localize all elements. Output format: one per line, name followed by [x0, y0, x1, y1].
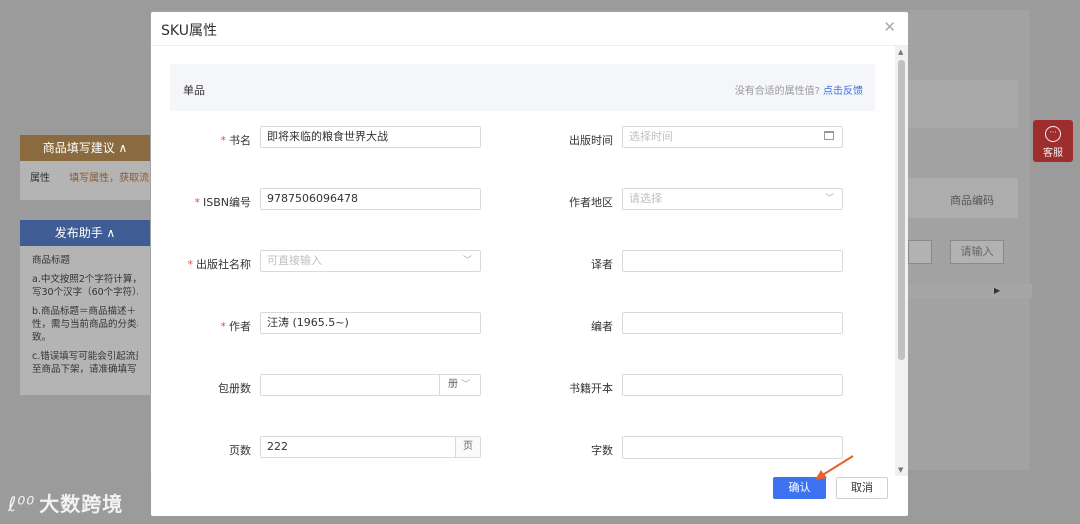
- publish-assistant-title: 发布助手 ∧: [20, 220, 150, 246]
- suggestion-panel: 商品填写建议 ∧ 属性 填写属性，获取流: [20, 135, 150, 200]
- logo-text: 大数跨境: [39, 492, 124, 516]
- scroll-right-arrow-icon: ▶: [994, 286, 1001, 295]
- format-label: 书籍开本: [569, 382, 613, 395]
- translator-label: 译者: [591, 258, 613, 271]
- publish-time-placeholder: 选择时间: [629, 130, 673, 143]
- chevron-down-icon: ﹀: [462, 256, 472, 266]
- product-code-input: 请输入: [950, 240, 1004, 264]
- customer-service-label: 客服: [1043, 148, 1063, 159]
- publish-assistant-panel: 发布助手 ∧ 商品标题 a.中文按照2个字符计算， 写30个汉字（60个字符）。…: [20, 220, 150, 395]
- isbn-input[interactable]: 9787506096478: [260, 188, 481, 210]
- assistant-line: c.错误填写可能会引起流量: [32, 351, 138, 362]
- scrollbar-thumb[interactable]: [898, 60, 905, 360]
- section-header: 单品 没有合适的属性值? 点击反馈: [170, 64, 875, 111]
- background-stripe: [908, 80, 1018, 128]
- isbn-label-text: ISBN编号: [202, 196, 251, 209]
- pages-value: 222: [267, 440, 288, 453]
- publisher-label: * 出版社名称: [151, 256, 252, 272]
- assistant-line: b.商品标题＝商品描述＋: [32, 306, 137, 317]
- author-label: * 作者: [151, 318, 252, 334]
- publisher-placeholder: 可直接输入: [267, 254, 322, 267]
- author-region-label: 作者地区: [569, 196, 613, 209]
- volumes-unit-select[interactable]: 册 ﹀: [439, 375, 480, 395]
- required-mark: *: [220, 320, 227, 333]
- assistant-line: 写30个汉字（60个字符）。: [32, 287, 138, 298]
- sku-attributes-modal: SKU属性 ✕ ▲ ▼ 单品 没有合适的属性值? 点击反馈 * 书名 即将来临的粮食…: [151, 12, 908, 516]
- author-label-text: 作者: [229, 320, 251, 333]
- section-title: 单品: [183, 84, 205, 97]
- feedback-link[interactable]: 点击反馈: [823, 86, 863, 97]
- modal-header: SKU属性 ✕: [151, 12, 908, 46]
- modal-title: SKU属性: [161, 23, 217, 39]
- chevron-down-icon: ﹀: [461, 380, 471, 390]
- publisher-label-text: 出版社名称: [196, 258, 251, 271]
- assistant-line: 性，需与当前商品的分类、: [32, 319, 138, 330]
- volumes-label: 包册数: [218, 382, 251, 395]
- annotation-arrow-icon: [815, 455, 854, 480]
- suggestion-row-label: 属性: [30, 173, 50, 184]
- chevron-down-icon: ﹀: [824, 194, 834, 204]
- scroll-up-icon[interactable]: ▲: [898, 48, 903, 56]
- book-name-label: * 书名: [151, 132, 252, 148]
- pages-input[interactable]: 222 页: [260, 436, 481, 458]
- publish-time-picker[interactable]: 选择时间: [622, 126, 843, 148]
- table-header-product-code: 商品编码: [950, 194, 994, 207]
- book-name-label-text: 书名: [229, 134, 251, 147]
- pages-unit: 页: [455, 437, 480, 457]
- word-count-label: 字数: [591, 444, 613, 457]
- author-region-placeholder: 请选择: [629, 192, 662, 205]
- scroll-down-icon[interactable]: ▼: [898, 466, 903, 474]
- close-icon[interactable]: ✕: [883, 18, 896, 36]
- background-hscrollbar: [908, 284, 1032, 298]
- suggestion-row: 属性 填写属性，获取流: [20, 161, 150, 192]
- calendar-icon: [824, 131, 834, 140]
- required-mark: *: [194, 196, 200, 209]
- word-count-input[interactable]: [622, 436, 843, 459]
- suggestion-panel-title: 商品填写建议 ∧: [20, 135, 150, 161]
- logo-mark-icon: ℓ⁰⁰: [8, 492, 36, 516]
- editor-input[interactable]: [622, 312, 843, 334]
- author-input[interactable]: 汪涛 (1965.5~): [260, 312, 481, 334]
- volumes-unit: 册: [448, 379, 458, 390]
- editor-label: 编者: [591, 320, 613, 333]
- customer-service-button[interactable]: ··· 客服: [1033, 120, 1073, 162]
- author-region-select[interactable]: 请选择 ﹀: [622, 188, 843, 210]
- publish-assistant-body: 商品标题 a.中文按照2个字符计算， 写30个汉字（60个字符）。 b.商品标题…: [20, 246, 150, 390]
- format-input[interactable]: [622, 374, 843, 396]
- assistant-line: 至商品下架，请准确填写！: [32, 364, 138, 375]
- pages-label: 页数: [229, 444, 251, 457]
- isbn-label: * ISBN编号: [151, 194, 251, 210]
- watermark-logo: ℓ⁰⁰ 大数跨境: [8, 488, 123, 517]
- section-hint: 没有合适的属性值? 点击反馈: [735, 82, 863, 97]
- publish-time-label: 出版时间: [569, 134, 613, 147]
- book-name-input[interactable]: 即将来临的粮食世界大战: [260, 126, 481, 148]
- chat-icon: ···: [1045, 126, 1061, 142]
- feedback-hint-text: 没有合适的属性值?: [734, 86, 820, 97]
- background-input: [908, 240, 932, 264]
- assistant-heading: 商品标题: [32, 255, 71, 266]
- required-mark: *: [220, 134, 227, 147]
- volumes-input[interactable]: 册 ﹀: [260, 374, 481, 396]
- modal-scrollbar[interactable]: ▲ ▼: [895, 46, 908, 476]
- publisher-select[interactable]: 可直接输入 ﹀: [260, 250, 481, 272]
- translator-input[interactable]: [622, 250, 843, 272]
- required-mark: *: [187, 258, 194, 271]
- assistant-line: 致。: [32, 332, 52, 343]
- suggestion-row-value: 填写属性，获取流: [69, 173, 150, 184]
- assistant-line: a.中文按照2个字符计算，: [32, 274, 138, 285]
